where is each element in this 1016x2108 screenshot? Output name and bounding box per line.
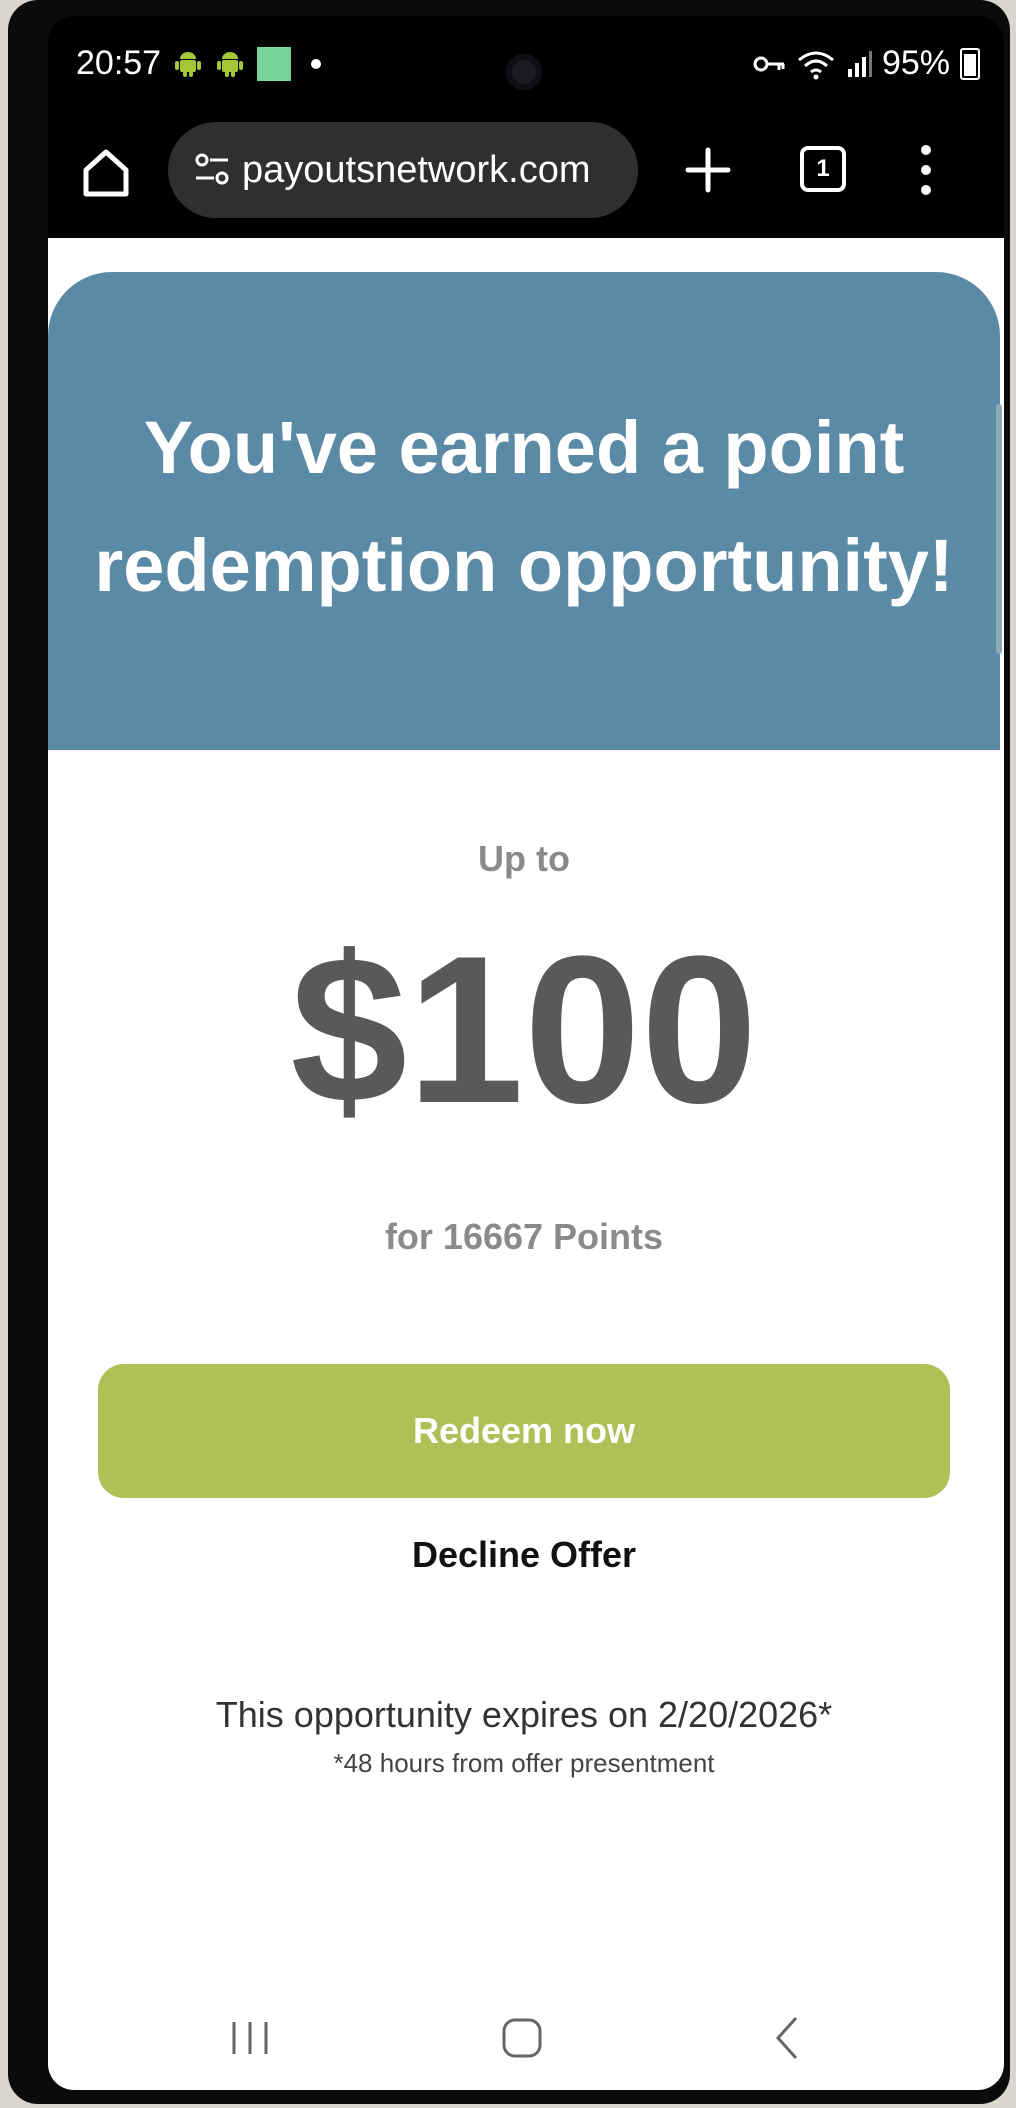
vpn-key-icon xyxy=(753,56,785,71)
screen: 20:57 95% payoutsnetwork.com 1 You've ea… xyxy=(48,16,1004,2090)
url-text: payoutsnetwork.com xyxy=(242,148,591,191)
expiration-footnote: *48 hours from offer presentment xyxy=(333,1748,715,1778)
status-time: 20:57 xyxy=(76,44,162,82)
battery-icon xyxy=(960,47,980,80)
back-icon[interactable] xyxy=(772,2014,802,2062)
tab-count: 1 xyxy=(816,155,830,182)
page-scrollbar[interactable] xyxy=(996,404,1002,654)
status-left: 20:57 xyxy=(76,44,322,83)
offer-amount: $100 xyxy=(290,912,758,1147)
status-right: 95% xyxy=(752,44,980,83)
hero-banner: You've earned a point redemption opportu… xyxy=(48,272,1000,750)
address-bar[interactable]: payoutsnetwork.com xyxy=(168,122,638,218)
web-page: You've earned a point redemption opportu… xyxy=(48,238,1004,1978)
notification-square-icon xyxy=(257,46,292,81)
recents-icon[interactable] xyxy=(228,2018,272,2058)
home-nav-icon[interactable] xyxy=(500,2016,544,2060)
more-menu-icon[interactable] xyxy=(920,144,932,196)
tab-switcher-button[interactable]: 1 xyxy=(800,146,846,192)
new-tab-icon[interactable] xyxy=(680,142,736,198)
wifi-icon xyxy=(797,51,834,79)
android-icon xyxy=(175,51,202,77)
site-settings-icon[interactable] xyxy=(190,148,234,192)
points-cost: for 16667 Points xyxy=(384,1216,664,1257)
status-bar: 20:57 95% xyxy=(48,16,1004,112)
home-icon[interactable] xyxy=(76,142,136,202)
phone-frame: 20:57 95% payoutsnetwork.com 1 You've ea… xyxy=(8,0,1010,2104)
expiration-text: This opportunity expires on 2/20/2026* xyxy=(215,1694,833,1735)
decline-offer-link[interactable]: Decline Offer xyxy=(48,1534,1000,1576)
battery-percent: 95% xyxy=(881,44,950,82)
redeem-now-button[interactable]: Redeem now xyxy=(98,1364,950,1498)
system-nav-bar xyxy=(48,1978,1004,2090)
dot-icon xyxy=(311,58,322,69)
signal-icon xyxy=(847,50,872,77)
android-icon xyxy=(217,51,244,77)
front-camera xyxy=(506,54,542,90)
offer-headline: You've earned a point redemption opportu… xyxy=(94,406,954,607)
browser-toolbar: payoutsnetwork.com 1 xyxy=(48,112,1004,238)
up-to-label: Up to xyxy=(478,838,570,879)
